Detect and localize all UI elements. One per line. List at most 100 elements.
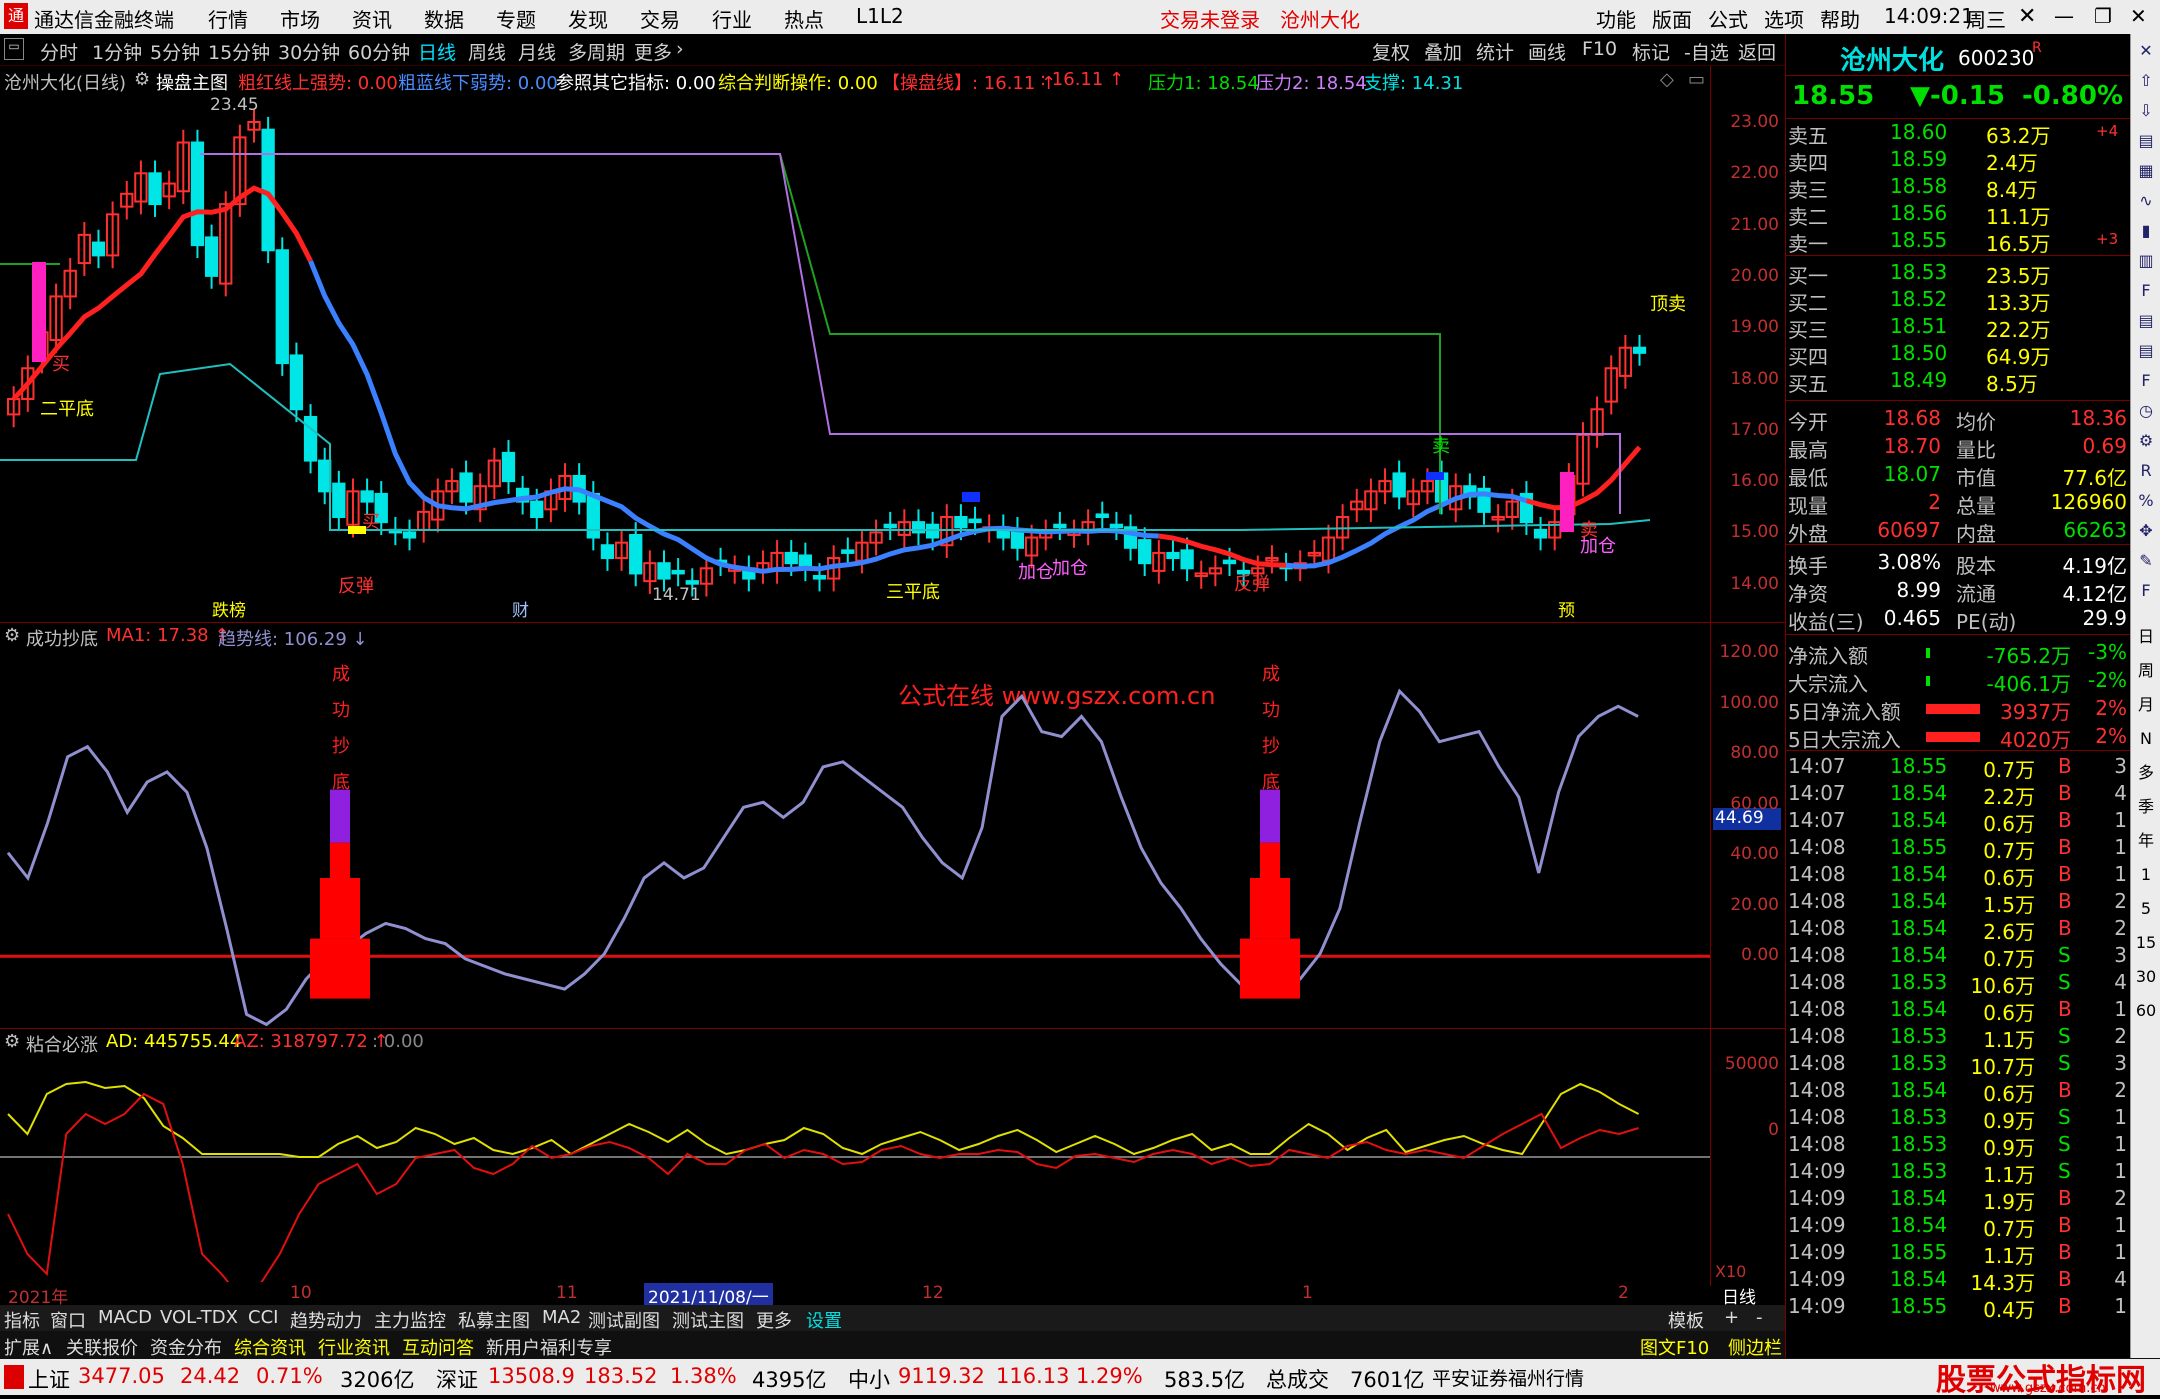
period-fenshi[interactable]: 分时 [40, 38, 78, 65]
tab-zijin[interactable]: 资金分布 [150, 1334, 222, 1360]
f5-icon[interactable]: F [2133, 578, 2159, 604]
tab-minus[interactable]: - [1756, 1307, 1763, 1328]
tab-macd[interactable]: MACD [98, 1307, 152, 1328]
menu-gongneng[interactable]: 功能 [1596, 4, 1636, 33]
menu-zhuanti[interactable]: 专题 [496, 4, 536, 33]
menu-hangye[interactable]: 行业 [712, 4, 752, 33]
tab-qushi[interactable]: 趋势动力 [290, 1307, 362, 1333]
tab-cci[interactable]: CCI [248, 1307, 278, 1328]
bid-row[interactable]: 买四 18.50 64.9万 [1786, 340, 2131, 369]
tab-more[interactable]: 更多 [756, 1307, 792, 1333]
period-weekly[interactable]: 周线 [468, 38, 506, 65]
rsi-icon[interactable]: R [2133, 458, 2159, 484]
list-icon[interactable]: ▤ [2133, 128, 2159, 154]
bar-icon[interactable]: ▮ [2133, 218, 2159, 244]
tab-hangye[interactable]: 行业资讯 [318, 1334, 390, 1360]
tab-expand[interactable]: 扩展∧ [4, 1334, 53, 1360]
sub1-chart[interactable]: 公式在线 www.gszx.com.cn 成功抄底 成功抄底 [0, 648, 1710, 1028]
tab-template[interactable]: 模板 [1668, 1307, 1704, 1333]
ask-row[interactable]: 卖四 18.59 2.4万 [1786, 146, 2131, 175]
f10-icon[interactable]: F [2133, 278, 2159, 304]
bid-row[interactable]: 买二 18.52 13.3万 [1786, 286, 2131, 315]
move-icon[interactable]: ✥ [2133, 518, 2159, 544]
menu-redian[interactable]: 热点 [784, 4, 824, 33]
tab-simu[interactable]: 私募主图 [458, 1307, 530, 1333]
sidebar-period-10[interactable]: 30 [2133, 964, 2159, 990]
ask-row[interactable]: 卖五 18.60 63.2万 +4 [1786, 119, 2131, 148]
main-candlestick-chart[interactable]: 23.45 14.71 买 二平底 买 反弹 跌榜 财 三平底 加仓 加仓 反弹… [0, 94, 1710, 624]
main-indicator-name[interactable]: 操盘主图 [156, 69, 228, 95]
bid-row[interactable]: 买一 18.53 23.5万 [1786, 259, 2131, 288]
sidebar-period-9[interactable]: 15 [2133, 930, 2159, 956]
sub2-gear-icon[interactable]: ⚙ [4, 1031, 20, 1052]
period-multi[interactable]: 多周期 [568, 38, 625, 65]
tool-huaxian[interactable]: 画线 [1528, 38, 1566, 65]
table2-icon[interactable]: ▤ [2133, 308, 2159, 334]
menu-xuanxiang[interactable]: 选项 [1764, 4, 1804, 33]
restore-icon[interactable]: ❐ [2094, 4, 2112, 28]
f2-icon[interactable]: F [2133, 368, 2159, 394]
tab-plus[interactable]: + [1724, 1307, 1739, 1328]
menu-faxian[interactable]: 发现 [568, 4, 608, 33]
doc-icon[interactable]: ▤ [2133, 338, 2159, 364]
minimize-icon[interactable]: — [2054, 4, 2074, 28]
tool-diejia[interactable]: 叠加 [1424, 38, 1462, 65]
sidebar-period-6[interactable]: 年 [2133, 828, 2159, 854]
sidebar-period-5[interactable]: 季 [2133, 794, 2159, 820]
close-window-icon[interactable]: ✕ [2130, 4, 2147, 28]
period-5min[interactable]: 5分钟 [150, 38, 200, 65]
tab-ceshi-zhu[interactable]: 测试主图 [672, 1307, 744, 1333]
menu-l1l2[interactable]: L1L2 [856, 4, 904, 28]
menu-zixun[interactable]: 资讯 [352, 4, 392, 33]
bid-row[interactable]: 买三 18.51 22.2万 [1786, 313, 2131, 342]
close-panel-icon[interactable]: ✕ [2018, 4, 2036, 29]
tool-fanhui[interactable]: 返回 [1738, 38, 1776, 65]
sidebar-period-4[interactable]: 多 [2133, 760, 2159, 786]
clock-icon[interactable]: ◷ [2133, 398, 2159, 424]
tab-zonghe[interactable]: 综合资讯 [234, 1334, 306, 1360]
menu-shichang[interactable]: 市场 [280, 4, 320, 33]
tab-xinyonghu[interactable]: 新用户福利专享 [486, 1334, 612, 1360]
period-1min[interactable]: 1分钟 [92, 38, 142, 65]
period-more[interactable]: 更多 [634, 38, 672, 65]
sidebar-period-8[interactable]: 5 [2133, 896, 2159, 922]
sz-label[interactable]: 深证 [436, 1364, 478, 1394]
chart-icon[interactable]: ∿ [2133, 188, 2159, 214]
login-status[interactable]: 交易未登录 [1160, 4, 1260, 33]
period-daily[interactable]: 日线 [418, 38, 456, 65]
tab-zhuli[interactable]: 主力监控 [374, 1307, 446, 1333]
sidebar-period-2[interactable]: 月 [2133, 692, 2159, 718]
gear-icon[interactable]: ⚙ [134, 69, 150, 90]
tab-zhibiao[interactable]: 指标 [4, 1307, 40, 1333]
ask-row[interactable]: 卖一 18.55 16.5万 +3 [1786, 227, 2131, 256]
menu-shuju[interactable]: 数据 [424, 4, 464, 33]
tool-biaoji[interactable]: 标记 [1632, 38, 1670, 65]
tab-vol-tdx[interactable]: VOL-TDX [160, 1307, 238, 1328]
tab-ceshi-fu[interactable]: 测试副图 [588, 1307, 660, 1333]
ask-row[interactable]: 卖二 18.56 11.1万 [1786, 200, 2131, 229]
grid-icon[interactable]: ▦ [2133, 158, 2159, 184]
period-60min[interactable]: 60分钟 [348, 38, 410, 65]
diamond-icon[interactable]: ◇ [1660, 69, 1674, 90]
menu-bangzhu[interactable]: 帮助 [1820, 4, 1860, 33]
sidebar-period-3[interactable]: N [2133, 726, 2159, 752]
tool-fuquan[interactable]: 复权 [1372, 38, 1410, 65]
tab-tuwen-f10[interactable]: 图文F10 [1640, 1334, 1709, 1360]
sidebar-period-11[interactable]: 60 [2133, 998, 2159, 1024]
tab-settings[interactable]: 设置 [806, 1307, 842, 1333]
tab-chuangkou[interactable]: 窗口 [50, 1307, 86, 1333]
sub2-chart[interactable] [0, 1054, 1710, 1282]
panel-toggle-icon[interactable]: ▭ [4, 38, 24, 60]
menu-gongshi[interactable]: 公式 [1708, 4, 1748, 33]
up-icon[interactable]: ⇧ [2133, 68, 2159, 94]
menu-jiaoyi[interactable]: 交易 [640, 4, 680, 33]
window-icon[interactable]: ▭ [1688, 69, 1705, 90]
tool-f10[interactable]: F10 [1582, 38, 1617, 60]
sidebar-period-7[interactable]: 1 [2133, 862, 2159, 888]
tab-hudong[interactable]: 互动问答 [402, 1334, 474, 1360]
sh-label[interactable]: 上证 [28, 1364, 70, 1394]
zx-label[interactable]: 中小 [848, 1364, 890, 1394]
ask-row[interactable]: 卖三 18.58 8.4万 [1786, 173, 2131, 202]
menu-hangqing[interactable]: 行情 [208, 4, 248, 33]
period-15min[interactable]: 15分钟 [208, 38, 270, 65]
